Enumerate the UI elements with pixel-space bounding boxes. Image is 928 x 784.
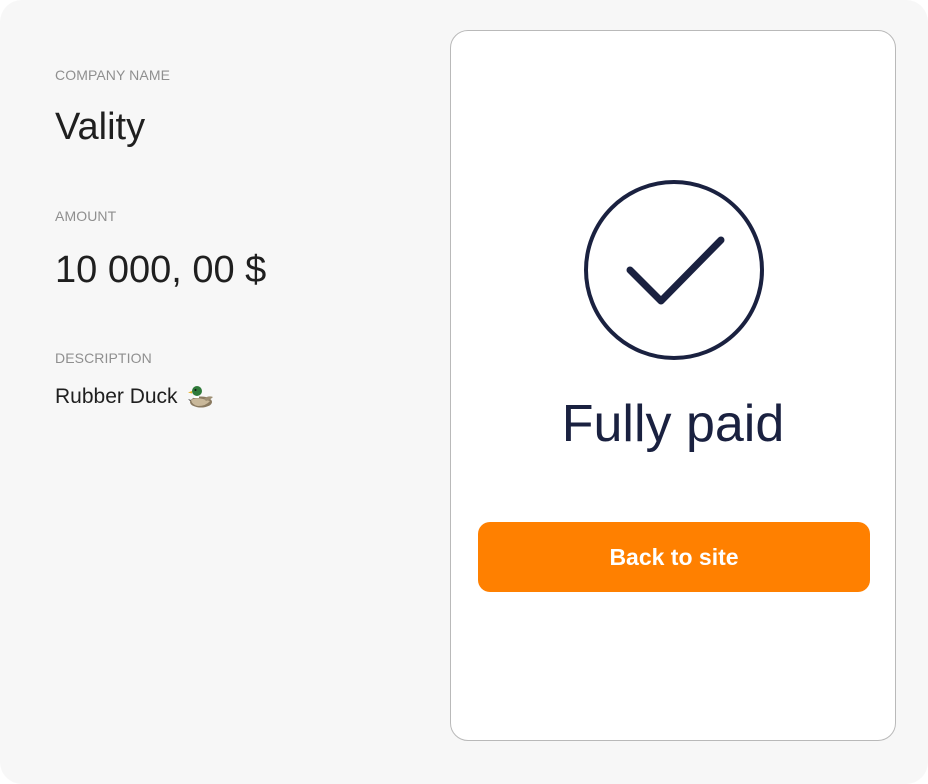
description-label: DESCRIPTION: [55, 350, 152, 366]
company-name-value: Vality: [55, 106, 146, 148]
back-to-site-button[interactable]: Back to site: [478, 522, 870, 592]
description-row: Rubber Duck: [55, 385, 214, 409]
description-value: Rubber Duck: [55, 385, 178, 408]
duck-icon: [187, 385, 214, 409]
amount-value: 10 000, 00 $: [55, 249, 267, 291]
payment-status-card: Fully paid Back to site: [450, 30, 896, 741]
payment-status-title: Fully paid: [561, 395, 785, 453]
checkmark-circle-icon: [584, 180, 764, 360]
company-name-label: COMPANY NAME: [55, 67, 171, 83]
amount-label: AMOUNT: [55, 208, 117, 224]
payment-result-frame: COMPANY NAME Vality AMOUNT 10 000, 00 $ …: [0, 0, 928, 784]
